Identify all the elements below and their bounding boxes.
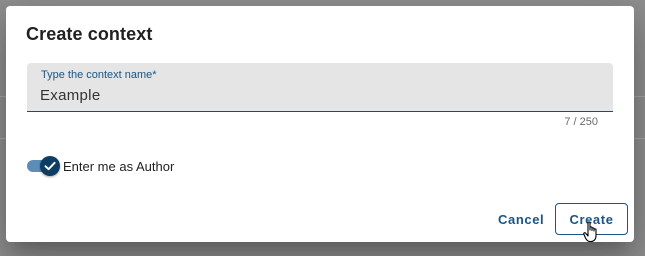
character-counter: 7 / 250 [564,116,598,128]
author-toggle-row: Enter me as Author [27,156,174,176]
dialog-title: Create context [26,24,153,44]
hand-pointer-cursor-icon [583,221,597,243]
create-context-dialog: Create context Type the context name* 7 … [6,6,634,242]
context-name-label: Type the context name* [41,69,157,81]
check-icon [44,161,56,171]
author-toggle-label: Enter me as Author [63,158,175,174]
cancel-button[interactable]: Cancel [484,204,558,234]
toggle-thumb [40,156,60,176]
author-toggle[interactable] [27,156,61,176]
context-name-field[interactable]: Type the context name* [27,63,613,112]
context-name-input[interactable] [40,85,580,105]
